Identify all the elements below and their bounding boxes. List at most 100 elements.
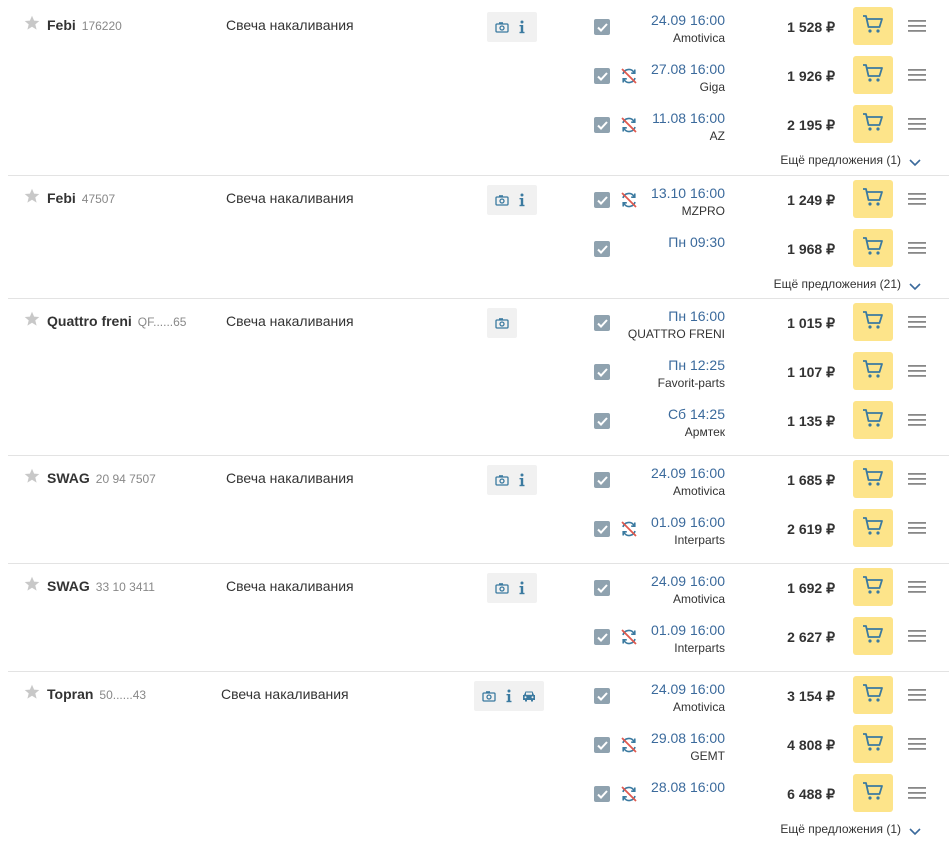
delivery-date: 29.08 16:00 [651, 730, 725, 746]
supplier-name: MZPRO [681, 204, 725, 218]
offer-menu-icon[interactable] [908, 580, 926, 594]
add-to-cart-button[interactable] [853, 568, 893, 606]
offer-price: 2 627 ₽ [787, 629, 835, 645]
product-card: SWAG 33 10 3411 Свеча накаливания 24.09 16:… [8, 563, 949, 671]
more-offers-label: Ещё предложения (1) [780, 153, 901, 167]
offer-checkbox[interactable] [594, 241, 610, 257]
offer-row: Сб 14:25 Армтек 1 135 ₽ [8, 397, 949, 446]
offer-price: 2 619 ₽ [787, 521, 835, 537]
offer-menu-icon[interactable] [908, 786, 926, 800]
no-return-icon [619, 735, 639, 755]
add-to-cart-button[interactable] [853, 460, 893, 498]
offer-menu-icon[interactable] [908, 19, 926, 33]
cart-icon [862, 14, 884, 39]
add-to-cart-button[interactable] [853, 352, 893, 390]
offer-menu-icon[interactable] [908, 688, 926, 702]
offer-row: 29.08 16:00 GEMT 4 808 ₽ [8, 721, 949, 770]
more-offers-link[interactable]: Ещё предложения (1) [780, 153, 921, 167]
offer-row: 24.09 16:00 Amotivica 1 528 ₽ [8, 3, 949, 52]
offer-row: 01.09 16:00 Interparts 2 619 ₽ [8, 505, 949, 554]
offer-price: 1 107 ₽ [787, 364, 835, 380]
delivery-date: 27.08 16:00 [651, 61, 725, 77]
delivery-date: Пн 12:25 [668, 357, 725, 373]
no-return-icon [619, 115, 639, 135]
offer-price: 1 685 ₽ [787, 472, 835, 488]
offer-menu-icon[interactable] [908, 315, 926, 329]
delivery-date: Пн 16:00 [668, 308, 725, 324]
offer-row: 24.09 16:00 Amotivica 1 692 ₽ [8, 564, 949, 613]
product-card: Febi 47507 Свеча накаливания 13.10 16:00 MZP… [8, 175, 949, 298]
offer-checkbox[interactable] [594, 315, 610, 331]
offer-menu-icon[interactable] [908, 737, 926, 751]
supplier-name: Amotivica [672, 31, 725, 45]
offer-checkbox[interactable] [594, 117, 610, 133]
add-to-cart-button[interactable] [853, 509, 893, 547]
offer-price: 2 195 ₽ [787, 117, 835, 133]
no-return-icon [619, 519, 639, 539]
add-to-cart-button[interactable] [853, 56, 893, 94]
offer-menu-icon[interactable] [908, 472, 926, 486]
offer-checkbox[interactable] [594, 737, 610, 753]
offer-menu-icon[interactable] [908, 629, 926, 643]
cart-icon [862, 310, 884, 335]
supplier-name: Interparts [674, 641, 725, 655]
offer-checkbox[interactable] [594, 580, 610, 596]
no-return-icon [619, 190, 639, 210]
add-to-cart-button[interactable] [853, 229, 893, 267]
offer-price: 1 528 ₽ [787, 19, 835, 35]
cart-icon [862, 236, 884, 261]
offer-row: 28.08 16:00 6 488 ₽ [8, 770, 949, 819]
offer-checkbox[interactable] [594, 472, 610, 488]
add-to-cart-button[interactable] [853, 303, 893, 341]
more-offers-link[interactable]: Ещё предложения (21) [774, 277, 921, 291]
add-to-cart-button[interactable] [853, 725, 893, 763]
offer-row: 24.09 16:00 Amotivica 1 685 ₽ [8, 456, 949, 505]
add-to-cart-button[interactable] [853, 617, 893, 655]
offer-checkbox[interactable] [594, 192, 610, 208]
supplier-name: Giga [699, 80, 725, 94]
offer-menu-icon[interactable] [908, 241, 926, 255]
cart-icon [862, 187, 884, 212]
offer-row: 01.09 16:00 Interparts 2 627 ₽ [8, 613, 949, 662]
supplier-name: Amotivica [672, 484, 725, 498]
offer-menu-icon[interactable] [908, 192, 926, 206]
add-to-cart-button[interactable] [853, 7, 893, 45]
offer-price: 1 015 ₽ [787, 315, 835, 331]
offer-row: 11.08 16:00 AZ 2 195 ₽ [8, 101, 949, 150]
offer-menu-icon[interactable] [908, 68, 926, 82]
offer-checkbox[interactable] [594, 364, 610, 380]
add-to-cart-button[interactable] [853, 676, 893, 714]
offer-price: 6 488 ₽ [787, 786, 835, 802]
add-to-cart-button[interactable] [853, 180, 893, 218]
offer-checkbox[interactable] [594, 786, 610, 802]
cart-icon [862, 112, 884, 137]
product-card: SWAG 20 94 7507 Свеча накаливания 24.09 16:… [8, 455, 949, 563]
offer-price: 1 249 ₽ [787, 192, 835, 208]
offer-checkbox[interactable] [594, 68, 610, 84]
more-offers-label: Ещё предложения (1) [780, 822, 901, 836]
offer-checkbox[interactable] [594, 688, 610, 704]
supplier-name: GEMT [690, 749, 725, 763]
offer-checkbox[interactable] [594, 629, 610, 645]
no-return-icon [619, 627, 639, 647]
offer-menu-icon[interactable] [908, 364, 926, 378]
more-offers-label: Ещё предложения (21) [773, 277, 901, 291]
offer-checkbox[interactable] [594, 19, 610, 35]
supplier-name: Interparts [674, 533, 725, 547]
add-to-cart-button[interactable] [853, 401, 893, 439]
more-offers-link[interactable]: Ещё предложения (1) [780, 822, 921, 836]
cart-icon [862, 359, 884, 384]
offer-menu-icon[interactable] [908, 413, 926, 427]
add-to-cart-button[interactable] [853, 774, 893, 812]
offer-menu-icon[interactable] [908, 521, 926, 535]
offer-menu-icon[interactable] [908, 117, 926, 131]
supplier-name: Amotivica [672, 592, 725, 606]
cart-icon [862, 683, 884, 708]
offer-checkbox[interactable] [594, 413, 610, 429]
delivery-date: 24.09 16:00 [651, 573, 725, 589]
add-to-cart-button[interactable] [853, 105, 893, 143]
cart-icon [862, 624, 884, 649]
delivery-date: 01.09 16:00 [651, 622, 725, 638]
offer-checkbox[interactable] [594, 521, 610, 537]
offer-row: Пн 16:00 QUATTRO FRENI 1 015 ₽ [8, 299, 949, 348]
